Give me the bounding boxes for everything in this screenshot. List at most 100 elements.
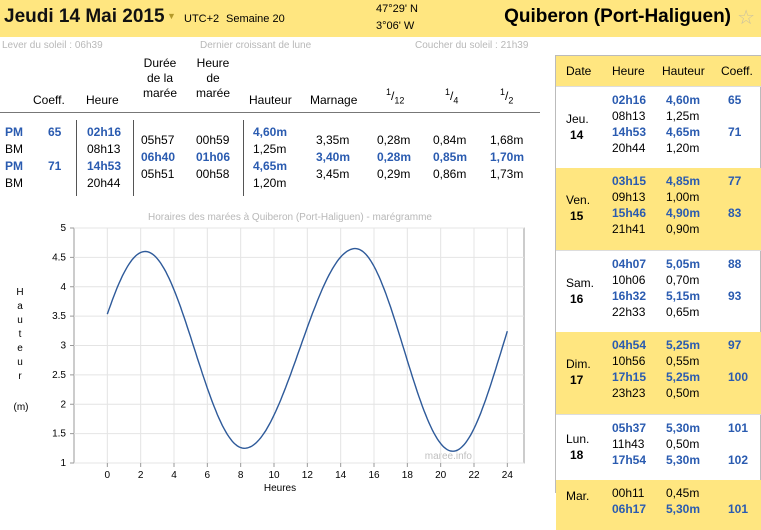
side-tide-time: 16h32 [612,289,646,303]
y-label-letter: e [17,343,23,354]
side-tide-coeff: 100 [728,370,748,384]
tide-chart: Horaires des marées à Quiberon (Port-Hal… [0,205,540,493]
interval-marnage: 3,35m [316,133,349,147]
y-tick-label: 3 [60,341,66,352]
side-tide-height: 4,65m [666,125,700,139]
interval-heure-maree: 00h59 [196,133,229,147]
side-tide-height: 0,45m [666,486,699,500]
x-tick-label: 22 [468,470,480,481]
side-tide-coeff: 65 [728,93,741,107]
side-tide-height: 0,55m [666,354,699,368]
location-title: Quiberon (Port-Haliguen) [504,6,731,28]
x-tick-label: 8 [238,470,244,481]
y-tick-label: 2.5 [52,370,66,381]
interval-twelfth: 0,29m [377,167,410,181]
tide-time: 20h44 [87,176,120,190]
side-tide-coeff: 93 [728,289,741,303]
y-tick-label: 1.5 [52,429,66,440]
timezone-label: UTC+2 [184,13,219,25]
star-icon[interactable]: ☆ [737,5,755,30]
table-divider [0,112,540,113]
side-tide-time: 15h46 [612,206,646,220]
tide-time: 02h16 [87,125,121,139]
side-tide-height: 1,00m [666,190,699,204]
side-tide-time: 04h54 [612,338,646,352]
interval-marnage: 3,40m [316,150,350,164]
side-tide-time: 06h17 [612,502,646,516]
side-day-row[interactable]: Dim. 1704h54 5,25m 9710h56 0,55m 17h15 5… [556,332,761,414]
side-day-row[interactable]: Lun. 1805h37 5,30m 10111h43 0,50m 17h54 … [556,414,761,480]
tide-type: PM [5,159,23,173]
side-tide-coeff: 71 [728,125,741,139]
side-tide-height: 1,20m [666,141,699,155]
side-day-number: 15 [570,209,583,223]
y-label-letter: t [19,329,22,340]
x-tick-label: 16 [368,470,380,481]
x-tick-label: 4 [171,470,177,481]
header-heure-maree: Heure de marée [190,56,236,101]
header-marnage: Marnage [310,93,357,108]
side-day-row[interactable]: Sam. 1604h07 5,05m 8810h06 0,70m 16h32 5… [556,250,761,332]
sunset-info: Coucher du soleil : 21h39 [415,40,528,51]
side-tide-height: 0,50m [666,386,699,400]
side-tide-coeff: 83 [728,206,741,220]
side-tide-time: 21h41 [612,222,645,236]
side-tide-time: 23h23 [612,386,645,400]
side-day-name: Dim. [566,357,591,371]
chart-watermark: maree.info [425,451,473,462]
side-day-number: 16 [570,292,583,306]
side-day-row[interactable]: Ven. 1503h15 4,85m 7709h13 1,00m 15h46 4… [556,168,761,250]
x-tick-label: 12 [302,470,314,481]
side-day-name: Jeu. [566,112,589,126]
side-tide-time: 02h16 [612,93,646,107]
side-tide-height: 4,60m [666,93,700,107]
side-header-heure: Heure [612,64,645,78]
interval-duree: 05h57 [141,133,174,147]
tide-type: BM [5,176,23,190]
side-tide-time: 08h13 [612,109,645,123]
y-tick-label: 4 [60,282,66,293]
side-tide-coeff: 101 [728,421,748,435]
y-label-letter: H [16,287,23,298]
side-day-number: 14 [570,128,583,142]
side-tide-time: 17h54 [612,453,646,467]
side-tide-height: 0,50m [666,437,699,451]
side-day-number: 17 [570,373,583,387]
side-tide-height: 5,30m [666,421,700,435]
side-tide-height: 5,30m [666,502,700,516]
header-quarter: 1/4 [445,87,458,105]
latitude-label: 47°29' N [376,3,418,15]
x-tick-label: 6 [205,470,211,481]
chart-ylabel: Hauteur(m) [14,287,29,413]
tide-height: 4,60m [253,125,287,139]
interval-heure-maree: 00h58 [196,167,229,181]
x-tick-label: 2 [138,470,144,481]
x-tick-label: 0 [105,470,111,481]
side-header: Date Heure Hauteur Coeff. [556,56,761,86]
side-tide-height: 5,15m [666,289,700,303]
side-tide-height: 5,05m [666,257,700,271]
y-label-letter: u [17,315,23,326]
x-tick-label: 14 [335,470,347,481]
header-heure: Heure [86,93,119,108]
week-label: Semaine 20 [226,13,285,25]
tide-height: 1,25m [253,142,286,156]
side-day-row[interactable]: Mar. 00h11 0,45m 06h17 5,30m 101 [556,480,761,530]
chart-title: Horaires des marées à Quiberon (Port-Hal… [148,212,432,223]
side-day-name: Ven. [566,193,590,207]
side-day-row[interactable]: Jeu. 1402h16 4,60m 6508h13 1,25m 14h53 4… [556,86,761,168]
x-tick-label: 20 [435,470,447,481]
side-day-name: Sam. [566,276,594,290]
date-dropdown-icon[interactable]: ▼ [167,11,176,21]
week-tide-panel: Date Heure Hauteur Coeff. Jeu. 14 02h16 4… [555,55,761,493]
chart-xlabel: Heures [264,483,296,493]
side-tide-height: 5,25m [666,370,700,384]
side-tide-coeff: 102 [728,453,748,467]
side-tide-height: 5,30m [666,453,700,467]
interval-half: 1,70m [490,150,524,164]
header-coeff: Coeff. [33,93,65,108]
interval-quarter: 0,85m [433,150,467,164]
side-tide-time: 03h15 [612,174,646,188]
x-tick-label: 10 [268,470,280,481]
tide-coeff: 71 [48,159,61,173]
